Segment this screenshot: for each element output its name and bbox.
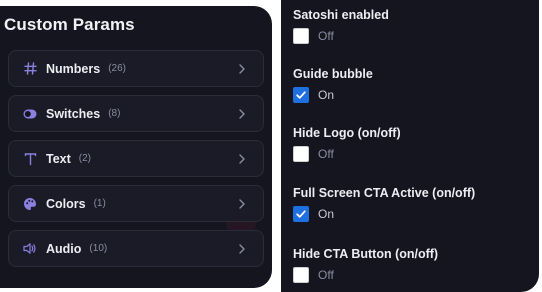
category-text[interactable]: Text (2): [8, 140, 264, 177]
category-label: Switches: [46, 106, 101, 121]
setting-satoshi-enabled: Satoshi enabled Off: [293, 8, 389, 44]
category-count: (10): [89, 243, 108, 254]
chevron-right-icon: [239, 199, 245, 209]
checkbox-unchecked[interactable]: [293, 28, 309, 44]
category-label: Text: [46, 151, 71, 166]
speaker-icon: [23, 242, 37, 256]
palette-icon: [23, 197, 37, 211]
setting-hide-cta-button: Hide CTA Button (on/off) Off: [293, 247, 438, 283]
category-count: (2): [78, 153, 92, 164]
checkbox-unchecked[interactable]: [293, 267, 309, 283]
toggle-state-text: Off: [318, 147, 334, 161]
setting-full-screen-cta: Full Screen CTA Active (on/off) On: [293, 186, 475, 222]
setting-label: Hide Logo (on/off): [293, 126, 401, 140]
checkmark-icon: [296, 91, 306, 99]
toggle-state-text: Off: [318, 29, 334, 43]
chevron-right-icon: [239, 109, 245, 119]
checkbox-unchecked[interactable]: [293, 146, 309, 162]
checkbox-checked[interactable]: [293, 87, 309, 103]
setting-label: Guide bubble: [293, 67, 373, 81]
category-label: Numbers: [46, 61, 101, 76]
category-count: (26): [108, 63, 126, 74]
toggle-icon: [23, 107, 37, 121]
text-t-icon: [23, 152, 37, 166]
toggle-state-text: On: [318, 88, 335, 102]
guide-bubble-checkbox[interactable]: On: [293, 87, 373, 103]
setting-hide-logo: Hide Logo (on/off) Off: [293, 126, 401, 162]
category-label: Audio: [46, 241, 82, 256]
hide-logo-checkbox[interactable]: Off: [293, 146, 401, 162]
category-switches[interactable]: Switches (8): [8, 95, 264, 132]
screen: Custom Params Numbers (26) Switches (8) …: [0, 0, 542, 292]
category-colors[interactable]: Colors (1): [8, 185, 264, 222]
toggle-state-text: On: [318, 207, 335, 221]
setting-label: Full Screen CTA Active (on/off): [293, 186, 476, 200]
category-label: Colors: [46, 196, 86, 211]
toggle-state-text: Off: [318, 268, 334, 282]
chevron-right-icon: [239, 64, 245, 74]
satoshi-enabled-checkbox[interactable]: Off: [293, 28, 389, 44]
category-count: (8): [108, 108, 121, 119]
hide-cta-button-checkbox[interactable]: Off: [293, 267, 438, 283]
setting-label: Hide CTA Button (on/off): [293, 247, 439, 261]
full-screen-cta-checkbox[interactable]: On: [293, 206, 475, 222]
category-numbers[interactable]: Numbers (26): [8, 50, 264, 87]
panel-title: Custom Params: [4, 15, 135, 34]
chevron-right-icon: [239, 244, 245, 254]
chevron-right-icon: [239, 154, 245, 164]
category-count: (1): [93, 198, 106, 209]
setting-guide-bubble: Guide bubble On: [293, 67, 373, 103]
category-audio[interactable]: Audio (10): [8, 230, 264, 267]
category-list: Numbers (26) Switches (8) Text (2) Color…: [8, 50, 264, 275]
setting-label: Satoshi enabled: [293, 8, 389, 22]
settings-panel: Satoshi enabled Off Guide bubble On Hide…: [281, 0, 539, 292]
hash-icon: [23, 62, 37, 76]
custom-params-panel: Custom Params Numbers (26) Switches (8) …: [0, 6, 272, 288]
checkbox-checked[interactable]: [293, 206, 309, 222]
checkmark-icon: [296, 210, 306, 218]
